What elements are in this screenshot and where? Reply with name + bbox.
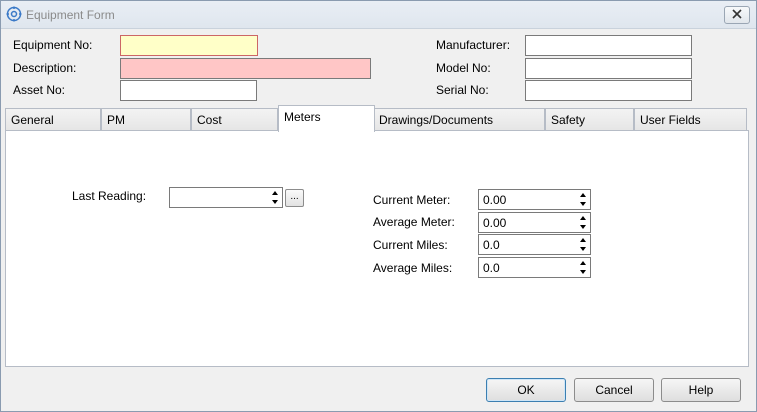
last-reading-datetime-field[interactable] [169,187,283,208]
ok-button[interactable]: OK [486,378,566,402]
average-meter-value: 0.00 [483,216,507,230]
help-button[interactable]: Help [661,378,741,402]
tab-label: General [11,113,54,127]
spin-arrows[interactable] [578,259,589,276]
tab-strip: General PM Cost Meters Drawings/Document… [5,105,749,132]
spin-arrows[interactable] [578,236,589,253]
model-no-input[interactable] [525,58,692,79]
model-no-label: Model No: [436,61,491,75]
equipment-no-label: Equipment No: [13,38,93,52]
average-miles-value: 0.0 [483,261,500,275]
average-meter-label: Average Meter: [373,215,455,229]
asset-no-input[interactable] [120,80,257,101]
arrow-down-icon[interactable] [272,200,278,204]
spin-arrows[interactable] [578,191,589,208]
tab-meters[interactable]: Meters [278,105,375,132]
title-bar[interactable]: Equipment Form [1,1,756,29]
serial-no-label: Serial No: [436,83,489,97]
arrow-down-icon[interactable] [580,202,586,206]
tab-user-fields[interactable]: User Fields [634,108,747,131]
arrow-up-icon[interactable] [580,238,586,242]
arrow-down-icon[interactable] [580,225,586,229]
current-meter-stepper[interactable]: 0.00 [478,189,591,210]
description-label: Description: [13,61,77,75]
average-miles-label: Average Miles: [373,261,453,275]
spin-arrows[interactable] [578,214,589,231]
arrow-up-icon[interactable] [580,216,586,220]
tab-label: PM [107,113,125,127]
tab-label: Cost [197,113,222,127]
current-miles-stepper[interactable]: 0.0 [478,234,591,255]
equipment-no-input[interactable] [120,35,258,56]
tab-label: User Fields [640,113,701,127]
average-meter-stepper[interactable]: 0.00 [478,212,591,233]
last-reading-label: Last Reading: [72,189,147,203]
manufacturer-label: Manufacturer: [436,38,511,52]
cancel-button[interactable]: Cancel [574,378,654,402]
tab-drawings-documents[interactable]: Drawings/Documents [373,108,545,131]
serial-no-input[interactable] [525,80,692,101]
arrow-up-icon[interactable] [580,261,586,265]
tab-cost[interactable]: Cost [191,108,278,131]
gear-icon [6,6,22,22]
asset-no-label: Asset No: [13,83,66,97]
browse-button[interactable]: ... [285,189,304,207]
tab-safety[interactable]: Safety [545,108,634,131]
close-button[interactable] [724,6,750,24]
arrow-up-icon[interactable] [272,191,278,195]
close-icon [732,8,742,22]
current-miles-value: 0.0 [483,238,500,252]
equipment-form-window: Equipment Form Equipment No: Description… [0,0,757,412]
description-input[interactable] [120,58,371,79]
current-meter-label: Current Meter: [373,193,451,207]
manufacturer-input[interactable] [525,35,692,56]
tab-general[interactable]: General [5,108,101,131]
tab-label: Meters [284,110,321,124]
spin-arrows[interactable] [270,189,281,206]
arrow-down-icon[interactable] [580,270,586,274]
arrow-down-icon[interactable] [580,247,586,251]
current-meter-value: 0.00 [483,193,507,207]
average-miles-stepper[interactable]: 0.0 [478,257,591,278]
window-title: Equipment Form [26,8,115,22]
tab-label: Drawings/Documents [379,113,494,127]
arrow-up-icon[interactable] [580,193,586,197]
current-miles-label: Current Miles: [373,238,448,252]
tab-pm[interactable]: PM [101,108,191,131]
tab-label: Safety [551,113,586,127]
